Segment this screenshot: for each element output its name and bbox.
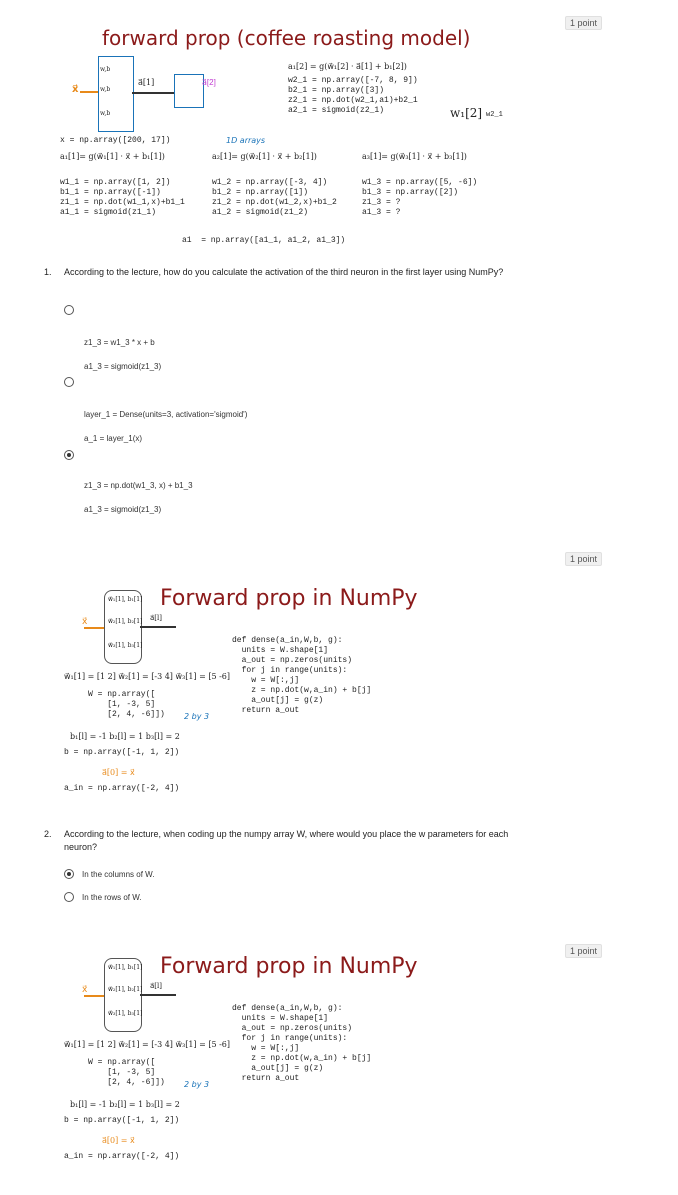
a1-array-code: a1 = np.array([a1_1, a1_2, a1_3]) xyxy=(182,236,346,245)
input-x-label: x⃗ xyxy=(72,84,79,95)
question-number: 2. xyxy=(44,829,52,839)
points-badge: 1 point xyxy=(564,16,602,30)
w-vectors: w⃗₁[1] = [1 2] w⃗₂[1] = [-3 4] w⃗₃[1] = … xyxy=(64,1040,230,1049)
neuron1-equation: a₁[1]= g(w⃗₁[1] · x⃗ + b₁[1]) xyxy=(60,152,165,161)
b-array-code: b = np.array([-1, 1, 2]) xyxy=(64,748,180,757)
layer2-equation: a₁[2] = g(w⃗₁[2] · a⃗[1] + b₁[2]) xyxy=(288,62,407,71)
neuron3-equation: a₃[1]= g(w⃗₃[1] · x⃗ + b₃[1]) xyxy=(362,152,467,161)
neuron-label: w⃗₃[1], b₃[1] xyxy=(108,642,143,649)
neuron-label: w,b xyxy=(100,66,111,73)
neuron3-code: w1_3 = np.array([5, -6]) b1_3 = np.array(… xyxy=(362,178,478,217)
q1-option-2-radio[interactable] xyxy=(64,377,74,387)
w2-variable: w2_1 xyxy=(486,111,503,119)
layer-arrow xyxy=(140,626,176,628)
b-values: b₁[l] = -1 b₂[l] = 1 b₃[l] = 2 xyxy=(70,732,180,741)
neuron-label: w⃗₁[1], b₁[1] xyxy=(108,964,143,971)
neuron2-equation: a₂[1]= g(w⃗₂[1] · x⃗ + b₂[1]) xyxy=(212,152,317,161)
question-text: According to the lecture, when coding up… xyxy=(64,829,509,852)
q1-option-1-radio[interactable] xyxy=(64,305,74,315)
neuron2-code: w1_2 = np.array([-3, 4]) b1_2 = np.array(… xyxy=(212,178,337,217)
dense-function-code: def dense(a_in,W,b, g): units = W.shape[… xyxy=(232,1004,372,1083)
q1-option-3-radio[interactable] xyxy=(64,450,74,460)
neuron-label: w⃗₃[1], b₃[1] xyxy=(108,1010,143,1017)
input-arrow xyxy=(84,995,104,997)
w-array-code: W = np.array([ [1, -3, 5] [2, 4, -6]]) xyxy=(88,690,165,719)
lecture-slide-numpy: Forward prop in NumPy x⃗ w⃗₁[1], b₁[1] w… xyxy=(60,580,520,812)
input-x-label: x⃗ xyxy=(82,616,88,626)
neuron-label: w⃗₂[1], b₂[1] xyxy=(108,986,143,993)
lecture-slide-coffee: forward prop (coffee roasting model) x⃗ … xyxy=(60,18,520,256)
q1-option-1[interactable]: z1_3 = w1_3 * x + b a1_3 = sigmoid(z1_3) xyxy=(84,331,161,379)
neuron1-code: w1_1 = np.array([1, 2]) b1_1 = np.array([… xyxy=(60,178,185,217)
a0-equation: a⃗[0] = x⃗ xyxy=(102,1136,135,1145)
points-badge: 1 point xyxy=(564,944,602,958)
x-array-code: x = np.array([200, 17]) xyxy=(60,136,171,145)
w-vectors: w⃗₁[1] = [1 2] w⃗₂[1] = [-3 4] w⃗₃[1] = … xyxy=(64,672,230,681)
neuron-label: w,b xyxy=(100,110,111,117)
q2-option-1[interactable]: In the columns of W. xyxy=(82,870,154,879)
layer-arrow xyxy=(140,994,176,996)
input-x-label: x⃗ xyxy=(82,984,88,994)
question-number: 1. xyxy=(44,267,52,277)
slide-title: Forward prop in NumPy xyxy=(160,586,418,611)
q2-option-2[interactable]: In the rows of W. xyxy=(82,893,142,902)
shape-note: 2 by 3 xyxy=(184,712,210,721)
layer2-code: w2_1 = np.array([-7, 8, 9]) b2_1 = np.arr… xyxy=(288,76,418,115)
question-1: 1. According to the lecture, how do you … xyxy=(44,266,514,279)
a0-equation: a⃗[0] = x⃗ xyxy=(102,768,135,777)
neuron-label: w⃗₂[1], b₂[1] xyxy=(108,618,143,625)
ain-array-code: a_in = np.array([-2, 4]) xyxy=(64,784,180,793)
layer-output-label: a⃗[l] xyxy=(150,982,162,990)
dense-function-code: def dense(a_in,W,b, g): units = W.shape[… xyxy=(232,636,372,715)
layer-output-label: a⃗[l] xyxy=(150,614,162,622)
neuron-label: w,b xyxy=(100,86,111,93)
q1-option-2[interactable]: layer_1 = Dense(units=3, activation='sig… xyxy=(84,403,247,451)
slide-title: forward prop (coffee roasting model) xyxy=(102,26,471,50)
layer2-output-label: a⃗[2] xyxy=(202,78,216,87)
b-values: b₁[l] = -1 b₂[l] = 1 b₃[l] = 2 xyxy=(70,1100,180,1109)
layer2-box xyxy=(174,74,204,108)
input-arrow xyxy=(84,627,104,629)
slide-title: Forward prop in NumPy xyxy=(160,954,418,979)
question-2: 2. According to the lecture, when coding… xyxy=(44,828,514,854)
ain-array-code: a_in = np.array([-2, 4]) xyxy=(64,1152,180,1161)
w-array-code: W = np.array([ [1, -3, 5] [2, 4, -6]]) xyxy=(88,1058,165,1087)
b-array-code: b = np.array([-1, 1, 2]) xyxy=(64,1116,180,1125)
oned-arrays-note: 1D arrays xyxy=(226,136,266,145)
neuron-label: w⃗₁[1], b₁[1] xyxy=(108,596,143,603)
shape-note: 2 by 3 xyxy=(184,1080,210,1089)
lecture-slide-numpy-repeat: Forward prop in NumPy x⃗ w⃗₁[1], b₁[1] w… xyxy=(60,948,520,1180)
q2-option-1-radio[interactable] xyxy=(64,869,74,879)
w2-symbol: w₁[2] xyxy=(450,106,483,120)
layer1-output-label: a⃗[1] xyxy=(138,78,155,87)
q2-option-2-radio[interactable] xyxy=(64,892,74,902)
q1-option-3[interactable]: z1_3 = np.dot(w1_3, x) + b1_3 a1_3 = sigm… xyxy=(84,474,193,522)
question-text: According to the lecture, how do you cal… xyxy=(64,267,504,277)
input-arrow xyxy=(80,91,98,93)
layer1-arrow xyxy=(132,92,174,94)
points-badge: 1 point xyxy=(564,552,602,566)
